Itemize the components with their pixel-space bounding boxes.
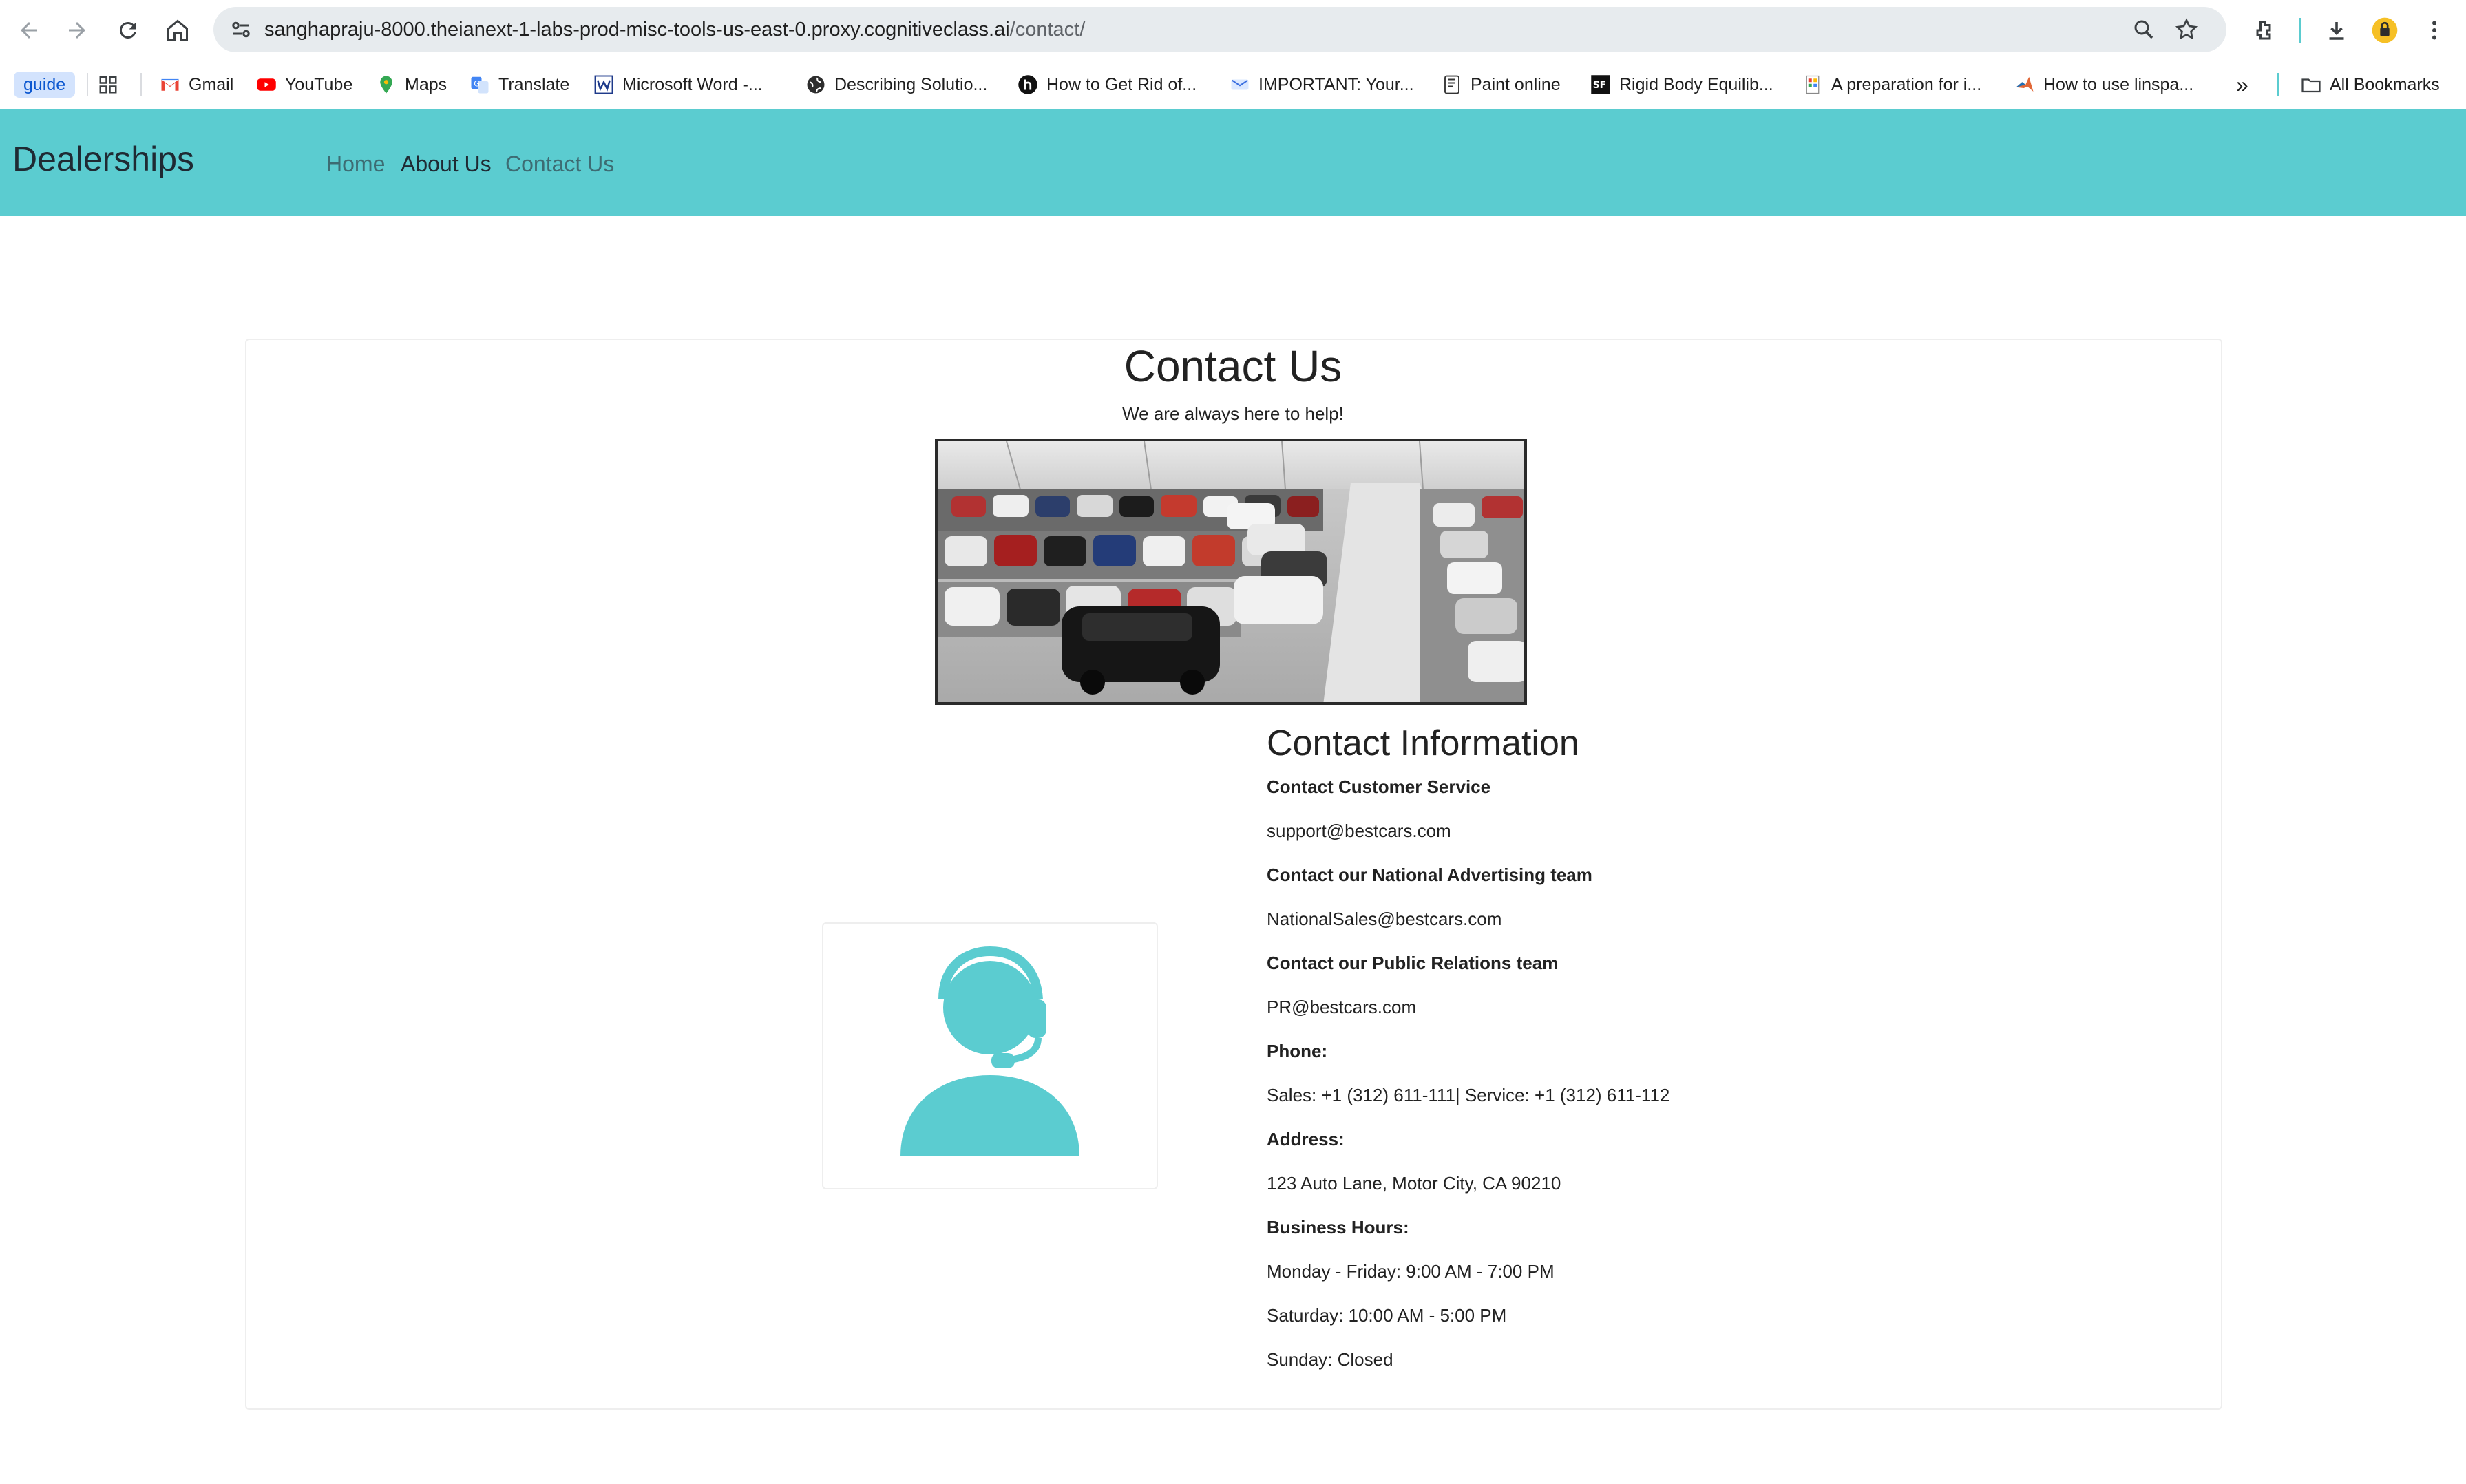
page-title: Contact Us (1124, 341, 1342, 391)
bookmark-label: Describing Solutio... (834, 74, 988, 94)
folder-icon (2301, 78, 2321, 93)
mail-icon (1231, 79, 1249, 90)
sf-logo-icon: SF (1591, 75, 1610, 94)
gmail-icon (161, 78, 179, 91)
hours-saturday: Saturday: 10:00 AM - 5:00 PM (1267, 1305, 1507, 1326)
address-label: Address: (1267, 1129, 1345, 1149)
bookmark-label: All Bookmarks (2330, 74, 2440, 94)
pr-email[interactable]: PR@bestcars.com (1267, 997, 1416, 1018)
toolbar-divider (2299, 18, 2301, 43)
pr-label: Contact our Public Relations team (1267, 953, 1559, 973)
customer-service-email[interactable]: support@bestcars.com (1267, 820, 1451, 842)
nav-home[interactable]: Home (326, 151, 385, 177)
bookmark-guide[interactable]: guide (14, 72, 76, 98)
page-subtitle: We are always here to help! (1122, 403, 1344, 424)
bookmark-label: Paint online (1471, 74, 1561, 94)
home-icon[interactable] (162, 15, 193, 45)
url-host: sanghapraju-8000.theianext-1-labs-prod-m… (264, 19, 1010, 41)
all-bookmarks[interactable]: All Bookmarks (2301, 72, 2440, 98)
bookmark-separator (87, 73, 88, 96)
bookmark-translate[interactable]: G Translate (470, 72, 569, 98)
site-info-icon[interactable] (229, 17, 253, 45)
browser-menu-icon[interactable] (2419, 15, 2449, 45)
bookmark-linspace[interactable]: How to use linspa... (2014, 72, 2193, 98)
bookmark-describing[interactable]: Describing Solutio... (805, 72, 987, 98)
nav-contact[interactable]: Contact Us (505, 151, 614, 177)
zoom-icon[interactable] (2131, 17, 2156, 45)
bookmark-word[interactable]: Microsoft Word -... (593, 72, 763, 98)
customer-support-icon (900, 946, 1079, 1156)
more-bookmarks-icon[interactable]: » (2236, 72, 2248, 98)
apps-grid-icon[interactable] (98, 72, 118, 98)
bookmark-separator (2277, 73, 2279, 96)
globe-icon (807, 76, 825, 94)
bookmark-youtube[interactable]: YouTube (256, 72, 352, 98)
nav-about[interactable]: About Us (401, 151, 492, 177)
browser-toolbar: sanghapraju-8000.theianext-1-labs-prod-m… (0, 0, 2466, 61)
customer-service-label: Contact Customer Service (1267, 776, 1491, 797)
paint-icon (1444, 75, 1459, 94)
bookmark-prep[interactable]: A preparation for i... (1802, 72, 1981, 98)
bookmark-label: Translate (498, 74, 570, 94)
contact-info-title: Contact Information (1267, 723, 1579, 763)
svg-text:SF: SF (1593, 80, 1606, 91)
bookmark-label: How to use linspa... (2043, 74, 2194, 94)
bookmark-paint[interactable]: Paint online (1442, 72, 1561, 98)
bookmark-label: Rigid Body Equilib... (1619, 74, 1773, 94)
bookmark-gmail[interactable]: Gmail (160, 72, 233, 98)
showroom-image (935, 439, 1527, 705)
address-value: 123 Auto Lane, Motor City, CA 90210 (1267, 1173, 1561, 1194)
address-bar[interactable]: sanghapraju-8000.theianext-1-labs-prod-m… (213, 7, 2226, 52)
bookmark-maps[interactable]: Maps (376, 72, 447, 98)
matlab-icon (2016, 76, 2034, 92)
hours-label: Business Hours: (1267, 1217, 1409, 1238)
translate-icon: G (471, 76, 489, 94)
bookmark-rigid[interactable]: SF Rigid Body Equilib... (1590, 72, 1773, 98)
navbar: Dealerships Home About Us Contact Us (0, 109, 2466, 216)
bookmark-label: A preparation for i... (1831, 74, 1982, 94)
brand-title[interactable]: Dealerships (12, 139, 194, 179)
phone-label: Phone: (1267, 1041, 1328, 1061)
bookmark-howto[interactable]: How to Get Rid of... (1018, 72, 1197, 98)
phone-value: Sales: +1 (312) 611-111| Service: +1 (31… (1267, 1085, 1670, 1105)
advertising-label: Contact our National Advertising team (1267, 865, 1592, 885)
back-icon[interactable] (14, 15, 44, 45)
download-icon[interactable] (2321, 15, 2352, 45)
bookmarks-bar: guide Gmail YouTube Maps G Translate Mic… (0, 61, 2466, 109)
bookmark-label: Maps (405, 74, 447, 94)
hours-sunday: Sunday: Closed (1267, 1349, 1393, 1370)
doc-colorful-icon (1806, 75, 1820, 94)
youtube-icon (257, 78, 276, 91)
profile-avatar-icon[interactable] (2370, 15, 2400, 45)
bookmark-label: YouTube (285, 74, 353, 94)
svg-text:G: G (474, 80, 480, 89)
bookmark-important[interactable]: IMPORTANT: Your... (1230, 72, 1414, 98)
bookmark-star-icon[interactable] (2174, 17, 2199, 45)
bookmark-label: IMPORTANT: Your... (1258, 74, 1414, 94)
support-icon-box (822, 922, 1158, 1189)
maps-pin-icon (380, 76, 392, 94)
bookmark-label: Microsoft Word -... (622, 74, 763, 94)
url-path: /contact/ (1009, 19, 1086, 41)
extensions-icon[interactable] (2248, 15, 2279, 45)
forward-icon[interactable] (62, 15, 92, 45)
reload-icon[interactable] (113, 15, 143, 45)
advertising-email[interactable]: NationalSales@bestcars.com (1267, 909, 1501, 930)
bookmark-label: Gmail (189, 74, 234, 94)
url-text: sanghapraju-8000.theianext-1-labs-prod-m… (264, 7, 1085, 52)
howto-site-icon (1018, 75, 1037, 94)
word-doc-icon (594, 75, 613, 94)
bookmark-separator (140, 73, 142, 96)
bookmark-label: How to Get Rid of... (1046, 74, 1197, 94)
hours-weekday: Monday - Friday: 9:00 AM - 7:00 PM (1267, 1261, 1555, 1282)
